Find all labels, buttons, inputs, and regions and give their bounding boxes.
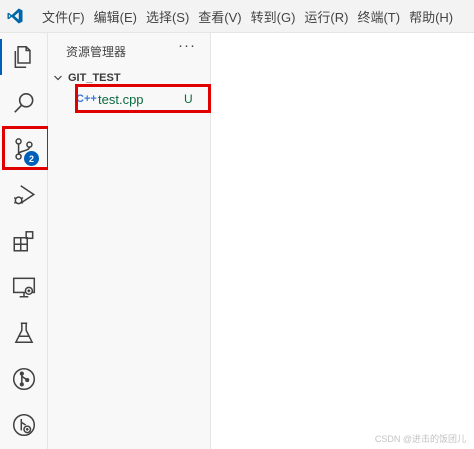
remote-explorer-icon bbox=[12, 277, 35, 298]
explorer-icon bbox=[14, 45, 31, 69]
extensions-icon bbox=[12, 231, 33, 252]
gitlens-icon bbox=[12, 413, 35, 437]
activity-remote-explorer[interactable] bbox=[0, 265, 47, 309]
menu-file[interactable]: 文件(F) bbox=[40, 7, 92, 26]
testing-icon bbox=[14, 322, 33, 343]
menu-go[interactable]: 转到(G) bbox=[249, 7, 303, 26]
editor-area[interactable] bbox=[211, 33, 474, 449]
activity-explorer[interactable] bbox=[0, 35, 47, 79]
menu-edit[interactable]: 编辑(E) bbox=[92, 7, 144, 26]
menu-bar: 文件(F) 编辑(E) 选择(S) 查看(V) 转到(G) 运行(R) 终端(T… bbox=[40, 0, 460, 32]
title-bar: 文件(F) 编辑(E) 选择(S) 查看(V) 转到(G) 运行(R) 终端(T… bbox=[0, 0, 474, 33]
more-actions-button[interactable]: ··· bbox=[178, 37, 196, 54]
run-debug-icon bbox=[13, 185, 35, 205]
menu-run[interactable]: 运行(R) bbox=[302, 7, 355, 26]
chevron-down-icon bbox=[54, 75, 62, 81]
menu-help[interactable]: 帮助(H) bbox=[407, 7, 460, 26]
activity-gitlens[interactable] bbox=[0, 403, 47, 447]
search-icon bbox=[13, 92, 33, 113]
workspace-folder-name: GIT_TEST bbox=[68, 72, 121, 84]
watermark: CSDN @进击的饭团儿 bbox=[374, 434, 466, 444]
activity-extensions[interactable] bbox=[0, 219, 47, 263]
activity-git-graph[interactable] bbox=[0, 357, 47, 401]
activity-search[interactable] bbox=[0, 81, 47, 125]
source-control-highlight bbox=[2, 126, 50, 170]
file-highlight bbox=[75, 84, 211, 113]
activity-run-debug[interactable] bbox=[0, 173, 47, 217]
vscode-logo-icon bbox=[7, 8, 23, 24]
explorer-title: 资源管理器 bbox=[66, 45, 127, 59]
menu-view[interactable]: 查看(V) bbox=[196, 7, 248, 26]
menu-terminal[interactable]: 终端(T) bbox=[355, 7, 407, 26]
git-graph-icon bbox=[12, 367, 35, 391]
activity-testing[interactable] bbox=[0, 311, 47, 355]
activity-bar: 2 bbox=[0, 33, 48, 449]
menu-selection[interactable]: 选择(S) bbox=[144, 7, 196, 26]
